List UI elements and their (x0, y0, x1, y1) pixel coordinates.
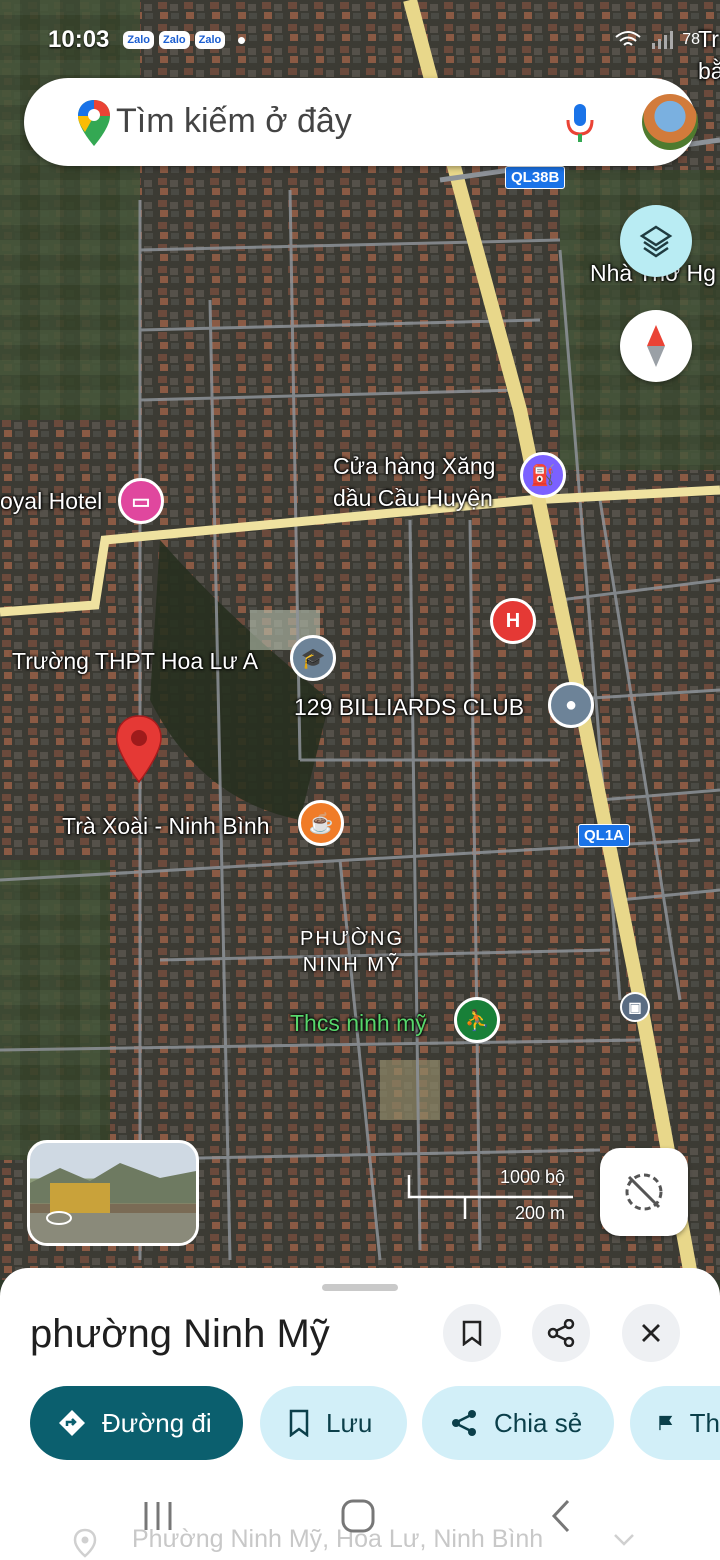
360-rotate-icon (46, 1211, 72, 1225)
corner-label-bottom: bằ (698, 58, 720, 84)
road-shield-ql1a: QL1A (578, 824, 631, 847)
place-label-thcs[interactable]: Thcs ninh mỹ (290, 1010, 427, 1037)
clock: 10:03 (48, 26, 110, 53)
more-label: Th (689, 1407, 720, 1438)
map-view[interactable]: 10:03 Zalo Zalo Zalo 78 Tr bằ Tìm kiếm ở… (0, 0, 720, 1280)
zalo-notification-icon: Zalo (159, 31, 190, 49)
back-icon[interactable] (548, 1498, 574, 1534)
place-label-tra-xoai[interactable]: Trà Xoài - Ninh Bình (62, 813, 270, 840)
status-bar: 10:03 Zalo Zalo Zalo 78 (48, 22, 700, 58)
directions-button[interactable]: Đường đi (30, 1386, 243, 1460)
bookmark-icon (289, 1409, 309, 1437)
wifi-icon (615, 31, 641, 46)
notification-dot-icon (238, 36, 246, 44)
cafe-icon[interactable]: ☕ (298, 800, 344, 846)
place-label-hotel[interactable]: oyal Hotel (0, 488, 102, 515)
scale-metric: 200 m (515, 1203, 566, 1223)
share-chip[interactable]: Chia sẻ (422, 1386, 614, 1460)
recent-apps-icon[interactable] (140, 1500, 176, 1532)
gas-station-icon[interactable]: ⛽ (520, 452, 566, 498)
signal-icon (652, 31, 674, 49)
share-icon-button[interactable] (532, 1304, 590, 1362)
place-label-billiards[interactable]: 129 BILLIARDS CLUB (294, 694, 524, 721)
layers-icon (639, 225, 673, 258)
share-icon (547, 1319, 575, 1347)
more-chip[interactable]: Th (630, 1386, 720, 1460)
place-label-school[interactable]: Trường THPT Hoa Lư A (12, 648, 258, 675)
home-icon[interactable] (340, 1498, 376, 1534)
save-chip[interactable]: Lưu (260, 1386, 407, 1460)
road-shield-ql38b: QL38B (505, 166, 566, 189)
save-icon-button[interactable] (443, 1304, 501, 1362)
corner-label-top: Tr (698, 26, 719, 52)
recenter-location-button[interactable] (600, 1148, 688, 1236)
close-icon (642, 1324, 660, 1342)
park-icon[interactable]: ⛹ (454, 997, 500, 1043)
sheet-drag-handle[interactable] (322, 1284, 398, 1291)
zalo-notification-icon: Zalo (194, 31, 226, 49)
share-label: Chia sẻ (494, 1407, 583, 1438)
flag-icon (659, 1415, 673, 1431)
google-maps-logo-icon (78, 100, 110, 146)
microphone-icon[interactable] (564, 102, 596, 144)
status-icons: 78 (614, 29, 700, 51)
satellite-map-base (0, 0, 720, 1280)
save-label: Lưu (326, 1407, 373, 1438)
directions-label: Đường đi (102, 1407, 212, 1438)
place-pin-icon[interactable]: ● (548, 682, 594, 728)
map-scale: 1000 bộ 200 m (405, 1165, 575, 1225)
hospital-icon[interactable]: H (490, 598, 536, 644)
profile-avatar[interactable] (642, 94, 698, 150)
battery-level: 78 (682, 31, 700, 48)
bookmark-icon (462, 1320, 482, 1346)
chevron-down-icon (614, 1534, 634, 1546)
hotel-icon[interactable]: ▭ (118, 478, 164, 524)
share-icon (452, 1410, 476, 1436)
zalo-notification-icon: Zalo (123, 31, 155, 49)
system-navigation-bar (0, 1490, 720, 1560)
layers-button[interactable] (620, 205, 692, 277)
place-label-gas-station[interactable]: Cửa hàng Xăng dầu Cầu Huyện (333, 450, 495, 514)
street-view-thumbnail[interactable] (27, 1140, 199, 1246)
compass-button[interactable] (620, 310, 692, 382)
school-icon[interactable]: 🎓 (290, 635, 336, 681)
directions-icon (59, 1410, 85, 1436)
search-bar[interactable]: Tìm kiếm ở đây (24, 78, 698, 166)
search-input[interactable]: Tìm kiếm ở đây (116, 102, 352, 141)
compass-icon (647, 325, 665, 367)
bus-stop-icon[interactable]: ▣ (620, 992, 650, 1022)
location-off-icon (625, 1173, 663, 1211)
close-button[interactable] (622, 1304, 680, 1362)
ward-area-label: PHƯỜNG NINH MỸ (300, 928, 405, 976)
selected-location-pin-icon[interactable] (114, 714, 164, 784)
place-title: phường Ninh Mỹ (30, 1312, 330, 1356)
